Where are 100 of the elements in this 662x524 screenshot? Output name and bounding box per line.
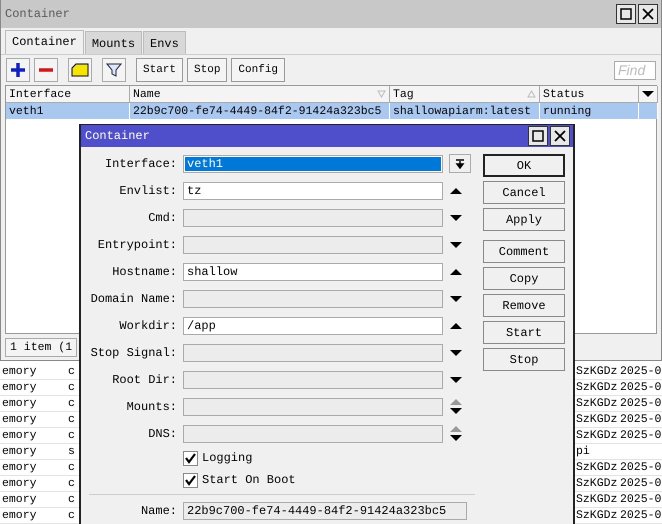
log-cell-text: SzKGDz <box>575 493 618 506</box>
up-arrow-icon[interactable] <box>449 322 463 330</box>
column-label: Status <box>543 88 584 100</box>
up-down-arrows-icon[interactable] <box>449 425 463 442</box>
input-field[interactable] <box>183 290 443 308</box>
log-cell-text: SzKGDz <box>575 365 618 378</box>
tab[interactable]: Envs <box>143 31 186 54</box>
log-cell-text: 2025-0 <box>619 381 662 394</box>
log-cell-text: pi <box>575 445 591 458</box>
close-icon <box>642 8 654 20</box>
down-arrow-icon[interactable] <box>449 240 463 248</box>
sort-up-icon <box>527 90 536 98</box>
log-cell-text: SzKGDz <box>575 509 618 522</box>
log-cell-text: emory <box>1 477 38 490</box>
checkbox[interactable] <box>183 472 198 488</box>
checkbox[interactable] <box>183 450 198 466</box>
log-cell-text: emory <box>1 365 38 378</box>
log-cell-text: emory <box>1 429 38 442</box>
table-cell: running <box>540 103 639 119</box>
field-label: Workdir: <box>118 318 177 332</box>
column-header[interactable]: Name <box>130 86 390 103</box>
log-cell-text: emory <box>1 509 38 522</box>
log-cell-text: SzKGDz <box>575 429 618 442</box>
column-header[interactable]: Tag <box>390 86 540 103</box>
dialog-button[interactable]: OK <box>483 154 565 177</box>
input-field[interactable]: shallow <box>183 262 443 280</box>
log-cell-text: 2025-0 <box>619 429 662 442</box>
column-label: Name <box>133 88 161 100</box>
remove-button[interactable] <box>34 58 58 82</box>
down-arrow-icon[interactable] <box>449 294 463 302</box>
maximize-button[interactable] <box>616 4 636 24</box>
down-arrow-icon[interactable] <box>449 214 463 222</box>
dialog-button[interactable]: Remove <box>483 294 565 317</box>
toolbar-button[interactable]: Config <box>231 58 286 82</box>
dialog-button[interactable]: Cancel <box>483 181 565 204</box>
column-menu-button[interactable] <box>639 86 658 103</box>
log-cell-text: c <box>67 461 76 474</box>
tab[interactable]: Mounts <box>84 31 142 54</box>
field-label: DNS: <box>147 426 177 440</box>
log-cell-text: emory <box>1 397 38 410</box>
column-header[interactable]: Interface <box>6 86 130 103</box>
table-cell: veth1 <box>6 103 130 119</box>
field-label: Cmd: <box>147 210 177 224</box>
dropdown-button[interactable] <box>449 154 471 173</box>
log-cell-text: emory <box>1 445 38 458</box>
close-button[interactable] <box>550 126 570 146</box>
table-cell: 22b9c700-fe74-4449-84f2-91424a323bc5 <box>130 103 390 119</box>
input-field[interactable] <box>183 344 443 362</box>
maximize-button[interactable] <box>528 126 548 146</box>
input-field[interactable] <box>183 398 443 416</box>
dialog-button[interactable]: Comment <box>483 240 565 263</box>
input-field[interactable]: tz <box>183 182 443 200</box>
log-cell-text: c <box>67 397 76 410</box>
caret-icon <box>642 90 654 98</box>
square-icon <box>620 8 632 20</box>
log-cell-text: SzKGDz <box>575 381 618 394</box>
down-arrow-icon[interactable] <box>449 348 463 356</box>
dialog-button[interactable]: Copy <box>483 267 565 290</box>
input-field[interactable] <box>183 208 443 226</box>
input-field[interactable]: veth1 <box>183 154 443 172</box>
dialog-button[interactable]: Start <box>483 321 565 344</box>
close-button[interactable] <box>638 4 658 24</box>
tab[interactable]: Container <box>5 30 84 54</box>
up-arrow-icon[interactable] <box>449 186 463 194</box>
input-field[interactable]: /app <box>183 316 443 334</box>
dialog-button[interactable]: Apply <box>483 208 565 231</box>
log-cell-text: c <box>67 429 76 442</box>
field-label: Entrypoint: <box>96 238 177 252</box>
log-cell-text: 2025-0 <box>619 365 662 378</box>
input-field[interactable] <box>183 370 443 388</box>
square-icon <box>532 130 544 142</box>
find-field[interactable]: Find <box>614 60 656 80</box>
input-field[interactable] <box>183 424 443 442</box>
dialog-button[interactable]: Stop <box>483 348 565 371</box>
window-title: Container <box>5 7 70 21</box>
up-down-arrows-icon[interactable] <box>449 398 463 415</box>
sort-down-icon <box>377 90 386 98</box>
log-cell-text: 2025-0 <box>619 397 662 410</box>
add-button[interactable] <box>6 58 30 82</box>
input-field[interactable] <box>183 236 443 254</box>
log-cell-text: emory <box>1 413 38 426</box>
plus-icon <box>10 62 26 78</box>
name-field[interactable]: 22b9c700-fe74-4449-84f2-91424a323bc5 <box>183 502 467 520</box>
status-bar: 1 item (1 <box>5 338 78 356</box>
field-label: Name: <box>140 504 177 518</box>
checkbox-label: Logging <box>202 451 252 465</box>
column-header[interactable]: Status <box>540 86 639 103</box>
note-icon <box>71 63 89 77</box>
log-cell-text: emory <box>1 493 38 506</box>
log-cell-text: c <box>67 477 76 490</box>
toolbar-button[interactable]: Start <box>136 58 184 82</box>
field-label: Envlist: <box>118 184 177 198</box>
column-label: Tag <box>393 88 414 100</box>
down-arrow-icon[interactable] <box>449 376 463 384</box>
toolbar-button[interactable]: Stop <box>187 58 228 82</box>
log-cell-text: c <box>67 493 76 506</box>
log-cell-text: emory <box>1 381 38 394</box>
filter-button[interactable] <box>102 58 126 82</box>
up-arrow-icon[interactable] <box>449 268 463 276</box>
comment-button[interactable] <box>68 58 92 82</box>
